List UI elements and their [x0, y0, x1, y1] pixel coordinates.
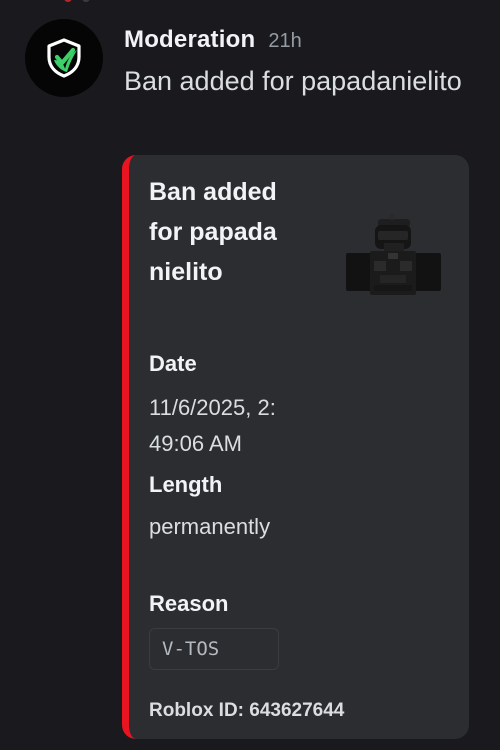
message-timestamp[interactable]: 21h	[268, 30, 301, 53]
reaction-edge	[64, 0, 72, 2]
embed-footer: Roblox ID: 643627644	[149, 700, 345, 721]
reaction-edge	[82, 0, 90, 2]
embed-title: Ban added for papadanielito	[149, 178, 277, 286]
avatar[interactable]	[25, 19, 103, 97]
field-value-reason[interactable]: V-TOS	[149, 628, 279, 670]
field-name-date: Date	[149, 351, 197, 376]
field-name-length: Length	[149, 472, 223, 497]
previous-message-edge	[0, 0, 500, 2]
shield-check-icon	[47, 38, 81, 78]
field-value-length: permanently	[149, 514, 271, 539]
chat-message: Moderation 21h Ban added for papadanieli…	[0, 0, 500, 750]
embed-card: Ban added for papadanielito Date 11/6/20…	[122, 155, 469, 739]
field-value-date: 11/6/2025, 2:49:06 AM	[149, 395, 276, 456]
field-name-reason: Reason	[149, 591, 229, 616]
author-name[interactable]: Moderation	[124, 26, 255, 54]
message-content: Ban added for papadanielito	[124, 66, 462, 96]
roblox-avatar-thumbnail[interactable]	[344, 213, 442, 299]
message-header: Moderation 21h	[124, 26, 302, 54]
